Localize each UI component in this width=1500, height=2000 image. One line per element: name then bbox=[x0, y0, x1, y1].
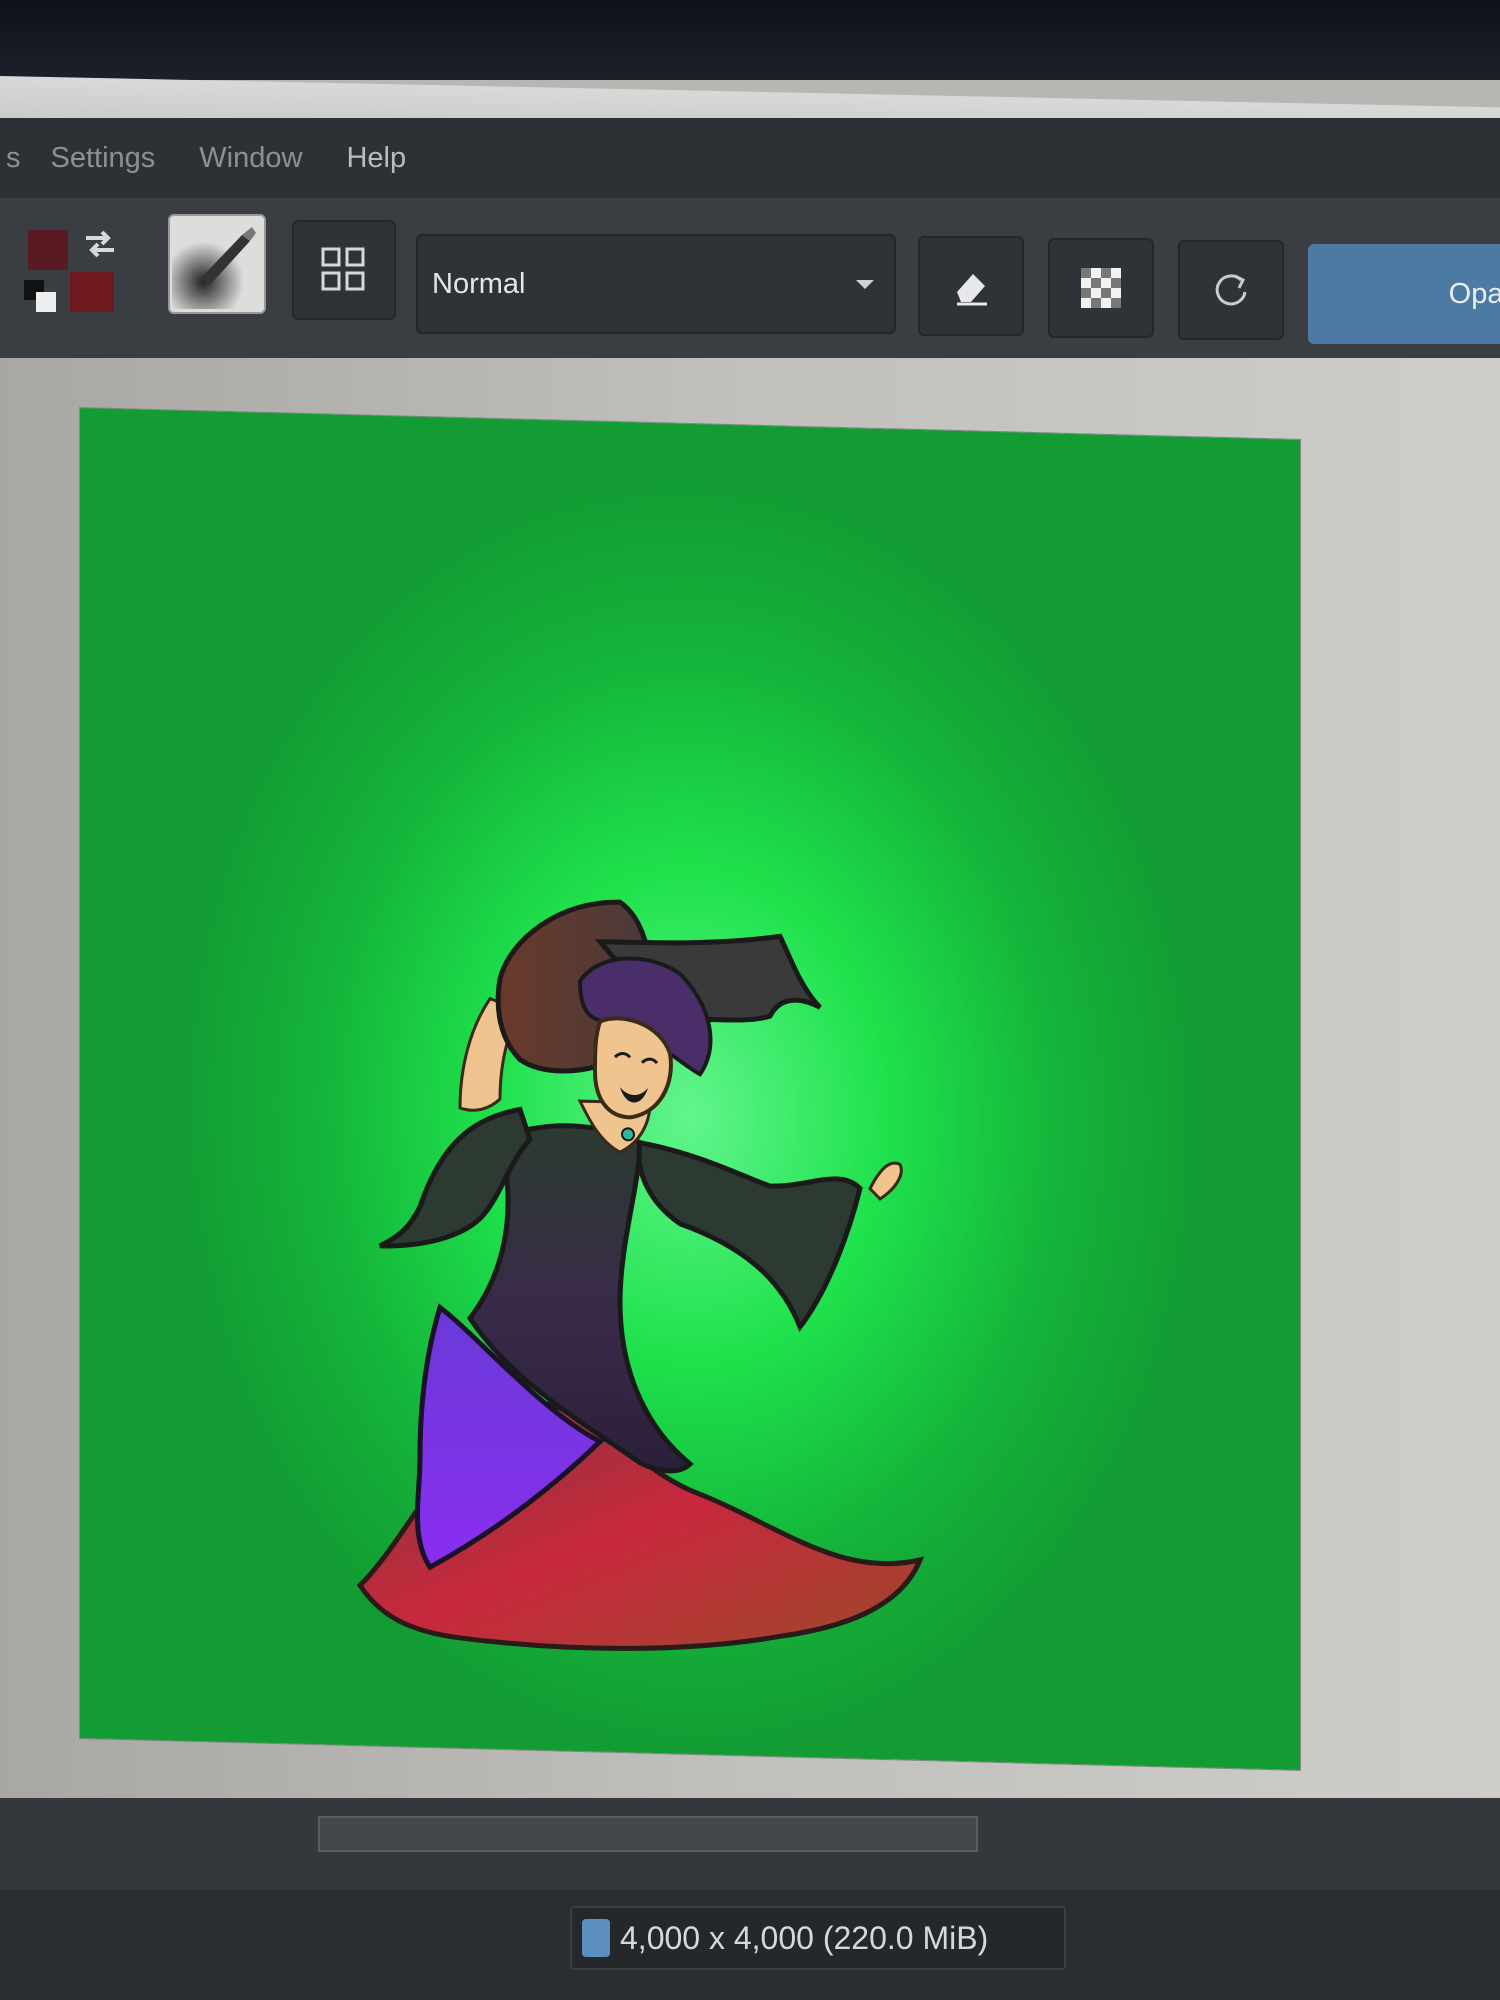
menu-item-partial[interactable]: s bbox=[6, 142, 21, 175]
reset-colors-icon[interactable] bbox=[22, 278, 62, 318]
monitor-bezel bbox=[0, 0, 1500, 80]
menu-bar: s Settings Window Help bbox=[0, 118, 1500, 198]
screen: s Settings Window Help Normal Opa 4,000 … bbox=[0, 0, 1500, 2000]
blend-mode-value: Normal bbox=[432, 267, 526, 300]
brush-preset-button[interactable] bbox=[168, 214, 266, 314]
horizontal-scrollbar[interactable] bbox=[318, 1816, 978, 1852]
reload-preset-icon bbox=[1215, 274, 1247, 306]
eraser-icon bbox=[957, 274, 987, 306]
foreground-color-swatch[interactable] bbox=[28, 230, 68, 270]
status-bar: 4,000 x 4,000 (220.0 MiB) bbox=[0, 1890, 1500, 2000]
preserve-alpha-button[interactable] bbox=[1048, 238, 1154, 338]
image-size-text: 4,000 x 4,000 (220.0 MiB) bbox=[620, 1919, 989, 1956]
document-canvas[interactable] bbox=[80, 408, 1300, 1770]
horizontal-scrollbar-area bbox=[0, 1798, 1500, 1890]
brush-presets-grid-button[interactable] bbox=[292, 220, 396, 320]
canvas-workspace[interactable] bbox=[0, 358, 1500, 1798]
menu-item-settings[interactable]: Settings bbox=[51, 142, 156, 175]
menu-item-help[interactable]: Help bbox=[346, 142, 406, 175]
opacity-slider[interactable]: Opac bbox=[1308, 244, 1500, 344]
color-selector[interactable] bbox=[14, 216, 134, 336]
background-color-swatch[interactable] bbox=[70, 272, 114, 312]
chevron-down-icon bbox=[856, 280, 874, 289]
menu-item-window[interactable]: Window bbox=[199, 142, 302, 175]
opacity-label: Opac bbox=[1448, 277, 1500, 310]
image-size-status[interactable]: 4,000 x 4,000 (220.0 MiB) bbox=[570, 1906, 1066, 1970]
preserve-alpha-icon bbox=[1081, 268, 1121, 308]
reload-preset-button[interactable] bbox=[1178, 240, 1284, 340]
witch-illustration bbox=[356, 899, 925, 1651]
eraser-mode-button[interactable] bbox=[918, 236, 1024, 336]
brush-preset-icon bbox=[172, 219, 262, 309]
swap-colors-icon[interactable] bbox=[78, 222, 122, 266]
tool-options-bar: Normal Opa bbox=[0, 198, 1500, 360]
blend-mode-select[interactable]: Normal bbox=[416, 234, 896, 334]
pattern-grid-icon bbox=[321, 247, 365, 291]
image-properties-icon bbox=[582, 1919, 610, 1957]
